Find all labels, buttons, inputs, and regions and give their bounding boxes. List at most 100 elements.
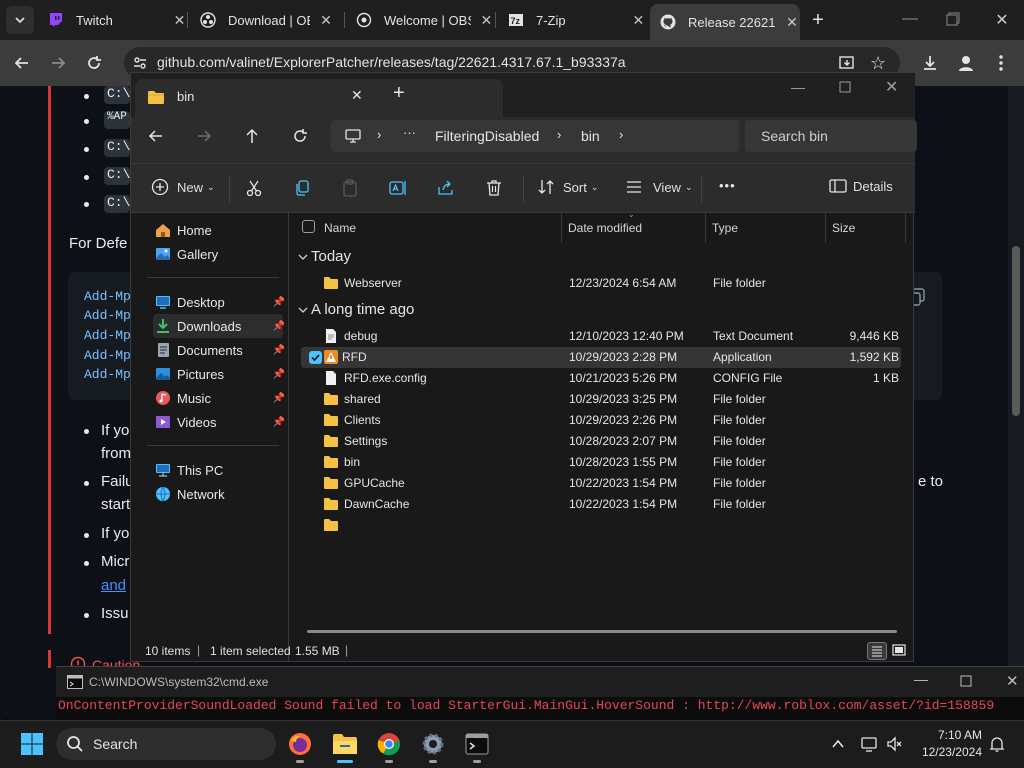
back-button[interactable] [147,127,165,145]
nav-item-videos[interactable]: Videos 📌 [155,410,285,434]
minimize-button[interactable]: — [791,79,807,99]
new-tab-button[interactable]: + [806,8,830,32]
view-button[interactable]: View ⌄ [625,178,693,196]
details-button[interactable]: Details [829,178,893,194]
close-icon[interactable]: ✕ [784,14,800,31]
pin-icon[interactable]: 📌 [273,321,285,332]
address-breadcrumb[interactable]: › ··· FilteringDisabled › bin › [331,120,739,152]
refresh-button[interactable] [291,127,309,145]
volume-muted-icon[interactable] [886,735,904,753]
row-checkbox[interactable] [309,351,322,364]
group-header-today[interactable]: Today [311,248,351,265]
table-row[interactable] [301,515,901,536]
minimize-button[interactable]: — [914,671,928,687]
nav-item-gallery[interactable]: Gallery [155,242,285,266]
chevron-down-icon[interactable] [297,304,309,316]
nav-item-downloads[interactable]: Downloads 📌 [153,314,285,338]
column-divider[interactable] [561,213,562,243]
select-all-checkbox[interactable] [302,220,315,233]
close-window-button[interactable]: ✕ [1006,672,1019,690]
forward-button[interactable] [48,53,68,73]
install-app-icon[interactable] [838,54,856,72]
breadcrumb-item[interactable]: bin [581,128,600,144]
link-text[interactable]: and [101,577,126,594]
nav-item-home[interactable]: Home [155,218,285,242]
profile-avatar[interactable] [956,53,976,73]
downloads-button[interactable] [920,53,940,73]
search-input[interactable]: Search bin [745,120,917,152]
column-divider[interactable] [905,213,906,243]
browser-menu-button[interactable] [998,53,1008,73]
share-button[interactable] [437,179,455,197]
taskbar-app-settings[interactable] [421,732,445,756]
nav-item-network[interactable]: Network [155,482,285,506]
explorer-tab-bin[interactable]: bin ✕ [135,79,503,117]
nav-item-this-pc[interactable]: This PC [155,458,285,482]
horizontal-scrollbar[interactable] [307,630,897,633]
maximize-button[interactable] [946,12,962,28]
pin-icon[interactable]: 📌 [273,369,285,380]
copy-button[interactable] [293,179,311,197]
taskbar-app-chrome[interactable] [377,732,401,756]
sort-button[interactable]: Sort ⌄ [537,178,598,196]
browser-tab-twitch[interactable]: Twitch ✕ [36,0,186,40]
table-row-selected[interactable]: RFD 10/29/2023 2:28 PM Application 1,592… [301,347,901,368]
taskbar-app-terminal[interactable] [465,733,489,755]
close-icon[interactable]: ✕ [479,12,494,29]
close-window-button[interactable]: ✕ [885,77,901,97]
close-window-button[interactable]: ✕ [992,10,1012,30]
maximize-button[interactable] [839,81,853,95]
nav-item-pictures[interactable]: Pictures 📌 [155,362,285,386]
paste-button[interactable] [341,179,359,197]
chevron-down-icon[interactable] [297,251,309,263]
tab-search-button[interactable] [6,6,34,34]
column-divider[interactable] [705,213,706,243]
table-row[interactable]: Settings 10/28/2023 2:07 PM File folder [301,431,901,452]
rename-button[interactable] [389,179,407,197]
close-icon[interactable]: ✕ [318,12,334,29]
maximize-button[interactable] [960,675,972,687]
browser-tab-welcome-obs[interactable]: Welcome | OBS ✕ [344,0,494,40]
nav-item-documents[interactable]: Documents 📌 [155,338,285,362]
taskbar-app-firefox[interactable] [288,732,312,756]
close-icon[interactable]: ✕ [351,87,367,105]
forward-button[interactable] [195,127,213,145]
browser-tab-download-obs[interactable]: Download | OBS ✕ [188,0,343,40]
table-row[interactable]: debug 12/10/2023 12:40 PM Text Document … [301,326,901,347]
show-hidden-icons-button[interactable] [830,736,846,752]
nav-item-music[interactable]: Music 📌 [155,386,285,410]
pin-icon[interactable]: 📌 [273,393,285,404]
column-header-type[interactable]: Type [712,213,738,243]
page-scrollbar[interactable] [1008,86,1024,666]
minimize-button[interactable]: — [900,10,920,30]
nav-item-desktop[interactable]: Desktop 📌 [155,290,285,314]
group-header-a-long-time-ago[interactable]: A long time ago [311,301,414,318]
close-icon[interactable]: ✕ [173,12,186,29]
clock-date[interactable]: 12/23/2024 [914,745,982,759]
taskbar-app-file-explorer[interactable] [332,732,358,756]
breadcrumb-item[interactable]: FilteringDisabled [435,128,539,144]
table-row[interactable]: RFD.exe.config 10/21/2023 5:26 PM CONFIG… [301,368,901,389]
notifications-button[interactable] [988,735,1006,753]
bookmark-star-icon[interactable]: ☆ [870,53,890,73]
see-more-button[interactable]: ••• [719,178,736,193]
clock-time[interactable]: 7:10 AM [932,728,982,742]
site-info-icon[interactable] [132,55,148,71]
pin-icon[interactable]: 📌 [273,297,285,308]
taskbar-search-box[interactable]: Search [56,728,276,760]
column-header-date[interactable]: Date modified [568,213,642,243]
up-button[interactable] [243,127,261,145]
column-divider[interactable] [825,213,826,243]
table-row[interactable]: bin 10/28/2023 1:55 PM File folder [301,452,901,473]
column-header-name[interactable]: Name [324,213,356,243]
table-row[interactable]: shared 10/29/2023 3:25 PM File folder [301,389,901,410]
screen-icon[interactable] [860,735,878,753]
table-row[interactable]: Clients 10/29/2023 2:26 PM File folder [301,410,901,431]
column-header-size[interactable]: Size [832,213,855,243]
table-row[interactable]: Webserver 12/23/2024 6:54 AM File folder [301,273,901,294]
pin-icon[interactable]: 📌 [273,417,285,428]
delete-button[interactable] [485,179,503,197]
close-icon[interactable]: ✕ [631,12,646,29]
pin-icon[interactable]: 📌 [273,345,285,356]
browser-tab-7zip[interactable]: 7z 7-Zip ✕ [496,0,646,40]
